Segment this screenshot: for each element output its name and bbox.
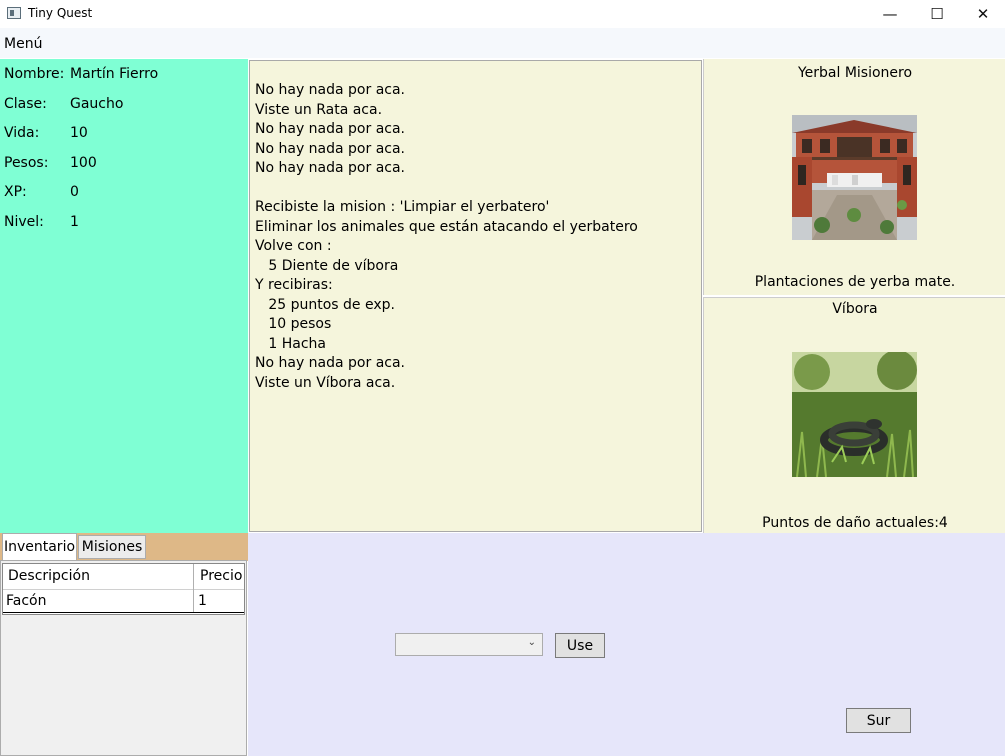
- stat-label-name: Nombre:: [4, 66, 65, 82]
- message-log[interactable]: No hay nada por aca. Viste un Rata aca. …: [249, 60, 702, 532]
- window-title: Tiny Quest: [28, 6, 93, 20]
- minimize-button[interactable]: —: [867, 0, 913, 28]
- stat-value-life: 10: [70, 125, 88, 141]
- location-description: Plantaciones de yerba mate.: [754, 274, 956, 290]
- stat-value-name: Martín Fierro: [70, 66, 159, 82]
- stat-value-level: 1: [70, 214, 79, 230]
- close-button[interactable]: ✕: [960, 0, 1005, 28]
- maximize-icon: ☐: [930, 5, 944, 23]
- column-header-price[interactable]: Precio: [200, 568, 242, 584]
- item-select[interactable]: ⌄: [395, 633, 543, 656]
- column-divider[interactable]: [193, 564, 194, 612]
- tab-quests[interactable]: Misiones: [78, 535, 146, 559]
- title-bar: Tiny Quest — ☐ ✕: [0, 0, 1005, 28]
- menu-bar: Menú: [0, 28, 1005, 58]
- south-button[interactable]: Sur: [846, 708, 911, 733]
- log-text: No hay nada por aca. Viste un Rata aca. …: [255, 82, 638, 391]
- stat-value-class: Gaucho: [70, 96, 124, 112]
- stat-value-xp: 0: [70, 184, 79, 200]
- stat-label-class: Clase:: [4, 96, 47, 112]
- location-panel: Yerbal Misionero Plantaciones de yerba m…: [703, 59, 1005, 295]
- use-button[interactable]: Use: [555, 633, 605, 658]
- stat-label-money: Pesos:: [4, 155, 49, 171]
- player-stats-panel: Nombre: Martín Fierro Clase: Gaucho Vida…: [0, 59, 248, 533]
- maximize-button[interactable]: ☐: [914, 0, 960, 28]
- monster-panel: Víbora Puntos de daño actuales:4: [703, 297, 1005, 534]
- monster-name: Víbora: [832, 301, 878, 317]
- inventory-table[interactable]: Descripción Precio Facón 1: [2, 563, 245, 615]
- stat-value-money: 100: [70, 155, 97, 171]
- table-cell-description[interactable]: Facón: [6, 593, 46, 609]
- column-header-description[interactable]: Descripción: [8, 568, 90, 584]
- monster-status: Puntos de daño actuales:4: [762, 515, 948, 531]
- app-icon: [7, 7, 21, 19]
- stat-label-level: Nivel:: [4, 214, 44, 230]
- stat-label-xp: XP:: [4, 184, 27, 200]
- minimize-icon: —: [882, 5, 898, 23]
- menu-item[interactable]: Menú: [4, 36, 42, 52]
- stat-label-life: Vida:: [4, 125, 40, 141]
- close-icon: ✕: [976, 5, 990, 23]
- chevron-down-icon: ⌄: [527, 637, 536, 648]
- monster-image: [792, 352, 917, 477]
- row-divider: [3, 612, 244, 613]
- tab-inventory[interactable]: Inventario: [2, 533, 77, 560]
- table-cell-price[interactable]: 1: [198, 593, 207, 609]
- location-image: [792, 115, 917, 240]
- location-name: Yerbal Misionero: [797, 65, 913, 81]
